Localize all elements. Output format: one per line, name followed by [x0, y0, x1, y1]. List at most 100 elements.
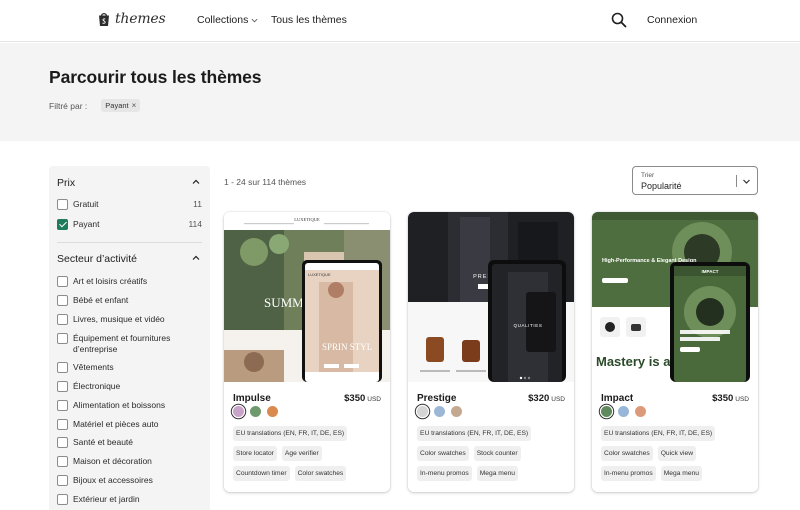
filter-option-label: Art et loisirs créatifs — [73, 276, 148, 286]
theme-preview-image: High-Performance & Elegant Design Master… — [592, 212, 758, 382]
chevron-up-icon[interactable] — [192, 178, 200, 186]
page-title: Parcourir tous les thèmes — [49, 67, 262, 87]
filter-option-business[interactable]: Équipement et fournitures d’entreprise — [57, 333, 202, 354]
filter-option-payant[interactable]: Payant 114 — [57, 219, 202, 230]
checkbox[interactable] — [57, 314, 68, 325]
color-swatch[interactable] — [601, 406, 612, 417]
checkbox[interactable] — [57, 199, 68, 210]
theme-name[interactable]: Prestige — [417, 393, 456, 404]
close-icon[interactable]: × — [132, 101, 137, 110]
search-icon[interactable] — [611, 12, 627, 28]
feature-tag: EU translations (EN, FR, IT, DE, ES) — [233, 426, 348, 441]
checkbox[interactable] — [57, 381, 68, 392]
filter-option-auto[interactable]: Matériel et pièces auto — [57, 419, 202, 430]
theme-preview-prestige[interactable]: PRESTIGE QUALITIES — [408, 212, 574, 382]
color-swatch[interactable] — [618, 406, 629, 417]
color-swatch[interactable] — [233, 406, 244, 417]
feature-tag: Store locator — [233, 446, 277, 461]
filter-option-label: Gratuit — [73, 199, 99, 209]
color-swatch[interactable] — [451, 406, 462, 417]
login-link[interactable]: Connexion — [647, 14, 697, 26]
nav-collections[interactable]: Collections — [197, 14, 258, 26]
checkbox[interactable] — [57, 362, 68, 373]
filter-option-label: Maison et décoration — [73, 456, 152, 466]
chevron-up-icon[interactable] — [192, 254, 200, 262]
filter-option-arts[interactable]: Art et loisirs créatifs — [57, 276, 202, 287]
filter-option-label: Matériel et pièces auto — [73, 419, 159, 429]
theme-card-impact[interactable]: High-Performance & Elegant Design Master… — [592, 212, 758, 492]
divider — [57, 242, 202, 243]
feature-tag: Countdown timer — [233, 466, 290, 481]
preview-subtitle: QUALITIES — [514, 323, 543, 328]
color-swatch[interactable] — [250, 406, 261, 417]
theme-card-impulse[interactable]: LUXETIQUE SUMM LUXETIQUE SPRIN STYL Impu… — [224, 212, 390, 492]
sector-filter-title[interactable]: Secteur d’activité — [57, 253, 137, 265]
feature-tags: EU translations (EN, FR, IT, DE, ES) Col… — [417, 426, 567, 481]
checkbox[interactable] — [57, 456, 68, 467]
active-filters: Filtré par : Payant × — [49, 99, 141, 112]
filter-option-baby[interactable]: Bébé et enfant — [57, 295, 202, 306]
theme-price-value: $320 — [528, 393, 550, 404]
feature-tags: EU translations (EN, FR, IT, DE, ES) Sto… — [233, 426, 383, 481]
filter-option-jewelry[interactable]: Bijoux et accessoires — [57, 475, 202, 486]
filter-option-label: Vêtements — [73, 362, 114, 372]
divider — [736, 175, 737, 187]
feature-tag: Color swatches — [294, 466, 347, 481]
filter-option-health[interactable]: Santé et beauté — [57, 437, 202, 448]
feature-tag: In-menu promos — [417, 466, 472, 481]
checkbox[interactable] — [57, 400, 68, 411]
color-swatch[interactable] — [417, 406, 428, 417]
filter-option-label: Extérieur et jardin — [73, 494, 140, 504]
checkbox[interactable] — [57, 475, 68, 486]
filter-chip-payant[interactable]: Payant × — [101, 99, 141, 112]
checkbox[interactable] — [57, 276, 68, 287]
filter-option-electronics[interactable]: Électronique — [57, 381, 202, 392]
color-swatch[interactable] — [267, 406, 278, 417]
preview-hero-text: SUMM — [264, 295, 304, 310]
chevron-down-icon — [743, 179, 750, 184]
page-header: Parcourir tous les thèmes Filtré par : P… — [0, 43, 800, 141]
color-swatch[interactable] — [434, 406, 445, 417]
filter-option-food[interactable]: Alimentation et boissons — [57, 400, 202, 411]
theme-price: $350 USD — [712, 393, 749, 404]
feature-tag: Color swatches — [417, 446, 469, 461]
theme-price-currency: USD — [551, 396, 565, 403]
checkbox[interactable] — [57, 419, 68, 430]
theme-name[interactable]: Impulse — [233, 393, 271, 404]
theme-preview-image: LUXETIQUE SUMM LUXETIQUE SPRIN STYL — [224, 212, 390, 382]
checkbox[interactable] — [57, 437, 68, 448]
filter-sidebar: Prix Gratuit 11 Payant 114 Secteur d’act… — [49, 166, 210, 510]
theme-preview-image: PRESTIGE QUALITIES — [408, 212, 574, 382]
filter-option-clothing[interactable]: Vêtements — [57, 362, 202, 373]
nav-all-themes-label: Tous les thèmes — [271, 14, 347, 26]
feature-tag: In-menu promos — [601, 466, 656, 481]
checkbox[interactable] — [57, 494, 68, 505]
feature-tags: EU translations (EN, FR, IT, DE, ES) Col… — [601, 426, 751, 481]
theme-preview-impulse[interactable]: LUXETIQUE SUMM LUXETIQUE SPRIN STYL — [224, 212, 390, 382]
sort-select[interactable]: Trier Popularité — [632, 166, 758, 195]
filter-option-gratuit[interactable]: Gratuit 11 — [57, 199, 202, 210]
checkbox[interactable] — [57, 295, 68, 306]
theme-name[interactable]: Impact — [601, 393, 633, 404]
theme-price-value: $350 — [712, 393, 734, 404]
filter-chip-label: Payant — [105, 101, 129, 110]
logo[interactable]: themes — [97, 11, 166, 27]
filter-option-home[interactable]: Maison et décoration — [57, 456, 202, 467]
theme-price-currency: USD — [735, 396, 749, 403]
feature-tag: Age verifier — [281, 446, 322, 461]
feature-tag: Mega menu — [476, 466, 519, 481]
checkbox[interactable] — [57, 333, 68, 344]
theme-price-value: $350 — [344, 393, 366, 404]
top-navigation-bar: themes Collections Tous les thèmes Conne… — [0, 0, 800, 42]
theme-card-prestige[interactable]: PRESTIGE QUALITIES Prestige $320USD EU t… — [408, 212, 574, 492]
price-filter-title[interactable]: Prix — [57, 177, 75, 189]
sort-label: Trier — [641, 172, 655, 179]
filter-option-outdoor[interactable]: Extérieur et jardin — [57, 494, 202, 505]
feature-tag: Stock counter — [473, 446, 521, 461]
theme-preview-impact[interactable]: High-Performance & Elegant Design Master… — [592, 212, 758, 382]
color-swatches — [233, 406, 278, 417]
checkbox-checked[interactable] — [57, 219, 68, 230]
filter-option-books[interactable]: Livres, musique et vidéo — [57, 314, 202, 325]
color-swatch[interactable] — [635, 406, 646, 417]
nav-all-themes[interactable]: Tous les thèmes — [271, 14, 347, 26]
